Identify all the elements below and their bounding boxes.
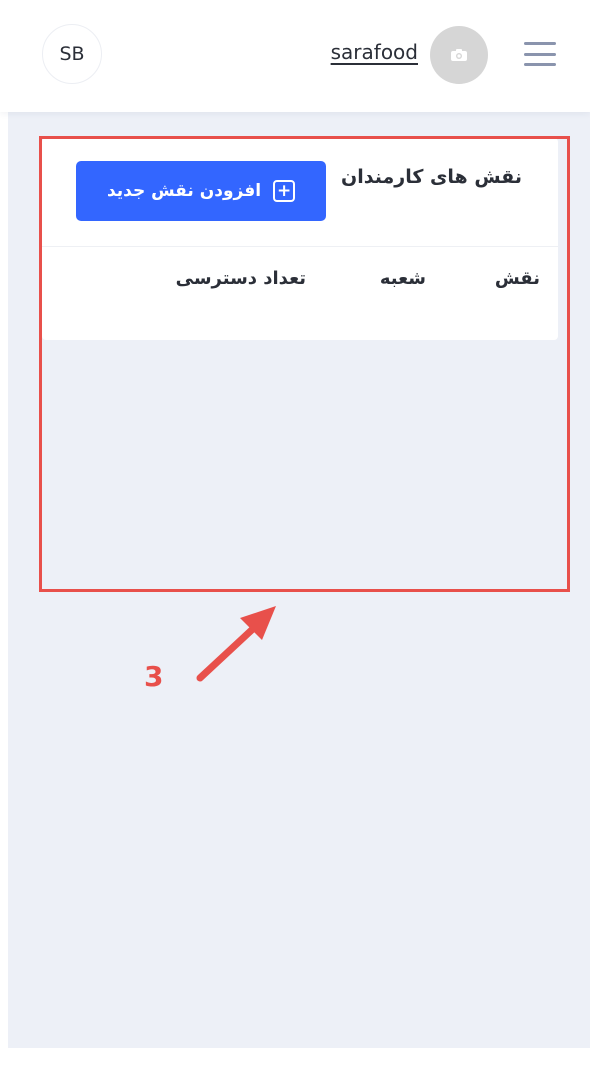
footer-strip xyxy=(0,1048,590,1072)
annotation-step-number: 3 xyxy=(144,660,164,693)
camera-icon xyxy=(451,49,467,61)
top-header: SB sarafood xyxy=(0,0,590,112)
hamburger-icon[interactable] xyxy=(522,40,558,68)
avatar-initials: SB xyxy=(59,43,85,65)
store-logo[interactable] xyxy=(430,26,488,84)
user-avatar[interactable]: SB xyxy=(42,24,102,84)
annotation-highlight-box xyxy=(39,136,570,592)
store-name-link[interactable]: sarafood xyxy=(326,40,418,64)
